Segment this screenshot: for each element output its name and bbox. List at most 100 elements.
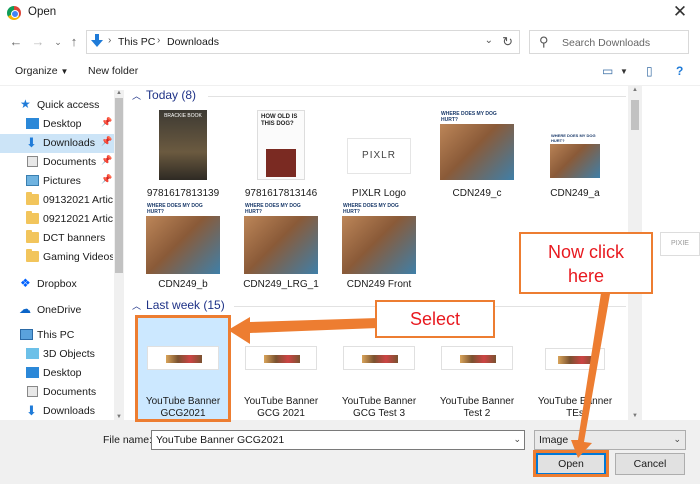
back-arrow-icon[interactable]: ← — [8, 34, 24, 49]
file-name: YouTube Banner GCG Test 3 — [341, 396, 417, 419]
sidebar-item-desktop-pc[interactable]: Desktop — [0, 364, 114, 383]
search-box[interactable]: ⚲ Search Downloads — [529, 30, 689, 54]
sidebar-item-quick-access[interactable]: ★ Quick access — [0, 96, 114, 115]
file-name-dropdown-icon[interactable]: ⌄ — [513, 434, 521, 445]
sidebar-item-this-pc[interactable]: This PC — [0, 326, 114, 345]
sidebar-item-label: 3D Objects — [43, 348, 95, 360]
cloud-icon: ☁ — [19, 302, 31, 316]
file-thumbnail — [245, 346, 317, 370]
file-thumbnail: WHERE DOES MY DOG HURT? — [342, 202, 416, 274]
scroll-up-icon[interactable]: ▲ — [114, 90, 124, 96]
sidebar-item-dropbox[interactable]: ❖ Dropbox — [0, 275, 114, 294]
pin-icon: 📌 — [101, 136, 113, 146]
preview-pane-icon[interactable]: ▯ — [646, 64, 653, 78]
pictures-icon — [26, 175, 39, 186]
file-thumbnail — [343, 346, 415, 370]
address-dropdown-icon[interactable]: ⌄ — [485, 35, 493, 46]
collapse-chevron-icon: ︿ — [132, 91, 142, 101]
sidebar-item-downloads-pc[interactable]: ⬇ Downloads — [0, 402, 114, 421]
file-name: YouTube Banner GCG 2021 — [243, 396, 319, 419]
sidebar-item-label: Pictures — [43, 175, 81, 187]
up-arrow-icon[interactable]: ↑ — [66, 34, 82, 49]
sidebar-item-label: Dropbox — [37, 278, 77, 290]
group-header-today[interactable]: ︿ Today (8) — [132, 88, 626, 102]
refresh-icon[interactable]: ↻ — [502, 34, 513, 50]
scrollbar-thumb[interactable] — [631, 100, 639, 130]
scroll-up-icon[interactable]: ▲ — [628, 87, 642, 93]
file-thumbnail — [441, 346, 513, 370]
file-thumbnail — [545, 348, 605, 370]
now-click-here-annotation: Now click here — [519, 232, 653, 294]
scroll-down-icon[interactable]: ▼ — [628, 413, 642, 419]
file-name-label: File name: — [103, 434, 153, 446]
pin-icon: 📌 — [101, 174, 113, 184]
file-tile[interactable]: PIXLR PIXLR Logo — [332, 104, 426, 204]
folder-icon — [26, 230, 39, 243]
banner-image — [362, 355, 398, 363]
group-divider — [208, 96, 626, 97]
breadcrumb-downloads[interactable]: Downloads — [167, 36, 219, 48]
file-tile[interactable]: WHERE DOES MY DOG HURT? CDN249_a — [528, 104, 622, 204]
sidebar-item-label: Desktop — [43, 118, 82, 130]
view-dropdown-icon[interactable]: ▼ — [620, 67, 628, 76]
file-thumbnail: BRACKIE BOOK — [159, 110, 207, 180]
file-name: 9781617813139 — [146, 188, 220, 199]
select-annotation: Select — [375, 300, 495, 338]
file-tile[interactable]: YouTube Banner TEs — [528, 318, 622, 419]
sidebar-item-09212021-article[interactable]: 09212021 Article — [0, 210, 114, 229]
group-title: Today (8) — [146, 88, 197, 102]
sidebar-item-dct-banners[interactable]: DCT banners — [0, 229, 114, 248]
view-options-icon[interactable]: ▭ — [602, 64, 613, 78]
file-name: CDN249_c — [452, 188, 502, 199]
sidebar-item-gaming-videos[interactable]: Gaming Videos - — [0, 248, 114, 267]
dropbox-icon: ❖ — [20, 276, 31, 290]
close-icon[interactable]: ✕ — [670, 2, 690, 22]
pin-icon: 📌 — [101, 155, 113, 165]
file-name: CDN249_b — [158, 279, 208, 290]
group-title: Last week (15) — [146, 298, 225, 312]
file-tile[interactable]: WHERE DOES MY DOG HURT? CDN249 Front — [332, 202, 426, 302]
pin-icon: 📌 — [101, 117, 113, 127]
sidebar-item-label: DCT banners — [43, 232, 106, 244]
file-tile[interactable]: WHERE DOES MY DOG HURT? CDN249_c — [430, 104, 524, 204]
help-icon[interactable]: ? — [676, 64, 683, 78]
file-tile[interactable]: HOW OLD IS THIS DOG? 9781617813146 — [234, 104, 328, 204]
thumbnail-text: BRACKIE BOOK — [164, 113, 202, 119]
banner-image — [460, 355, 496, 363]
address-bar[interactable]: › This PC › Downloads ⌄ ↻ — [86, 30, 520, 54]
sidebar-item-documents[interactable]: Documents 📌 — [0, 153, 114, 172]
file-type-select[interactable]: Image ⌄ — [534, 430, 686, 450]
forward-arrow-icon[interactable]: → — [30, 34, 46, 49]
file-thumbnail: WHERE DOES MY DOG HURT? — [440, 110, 514, 180]
sidebar-item-pictures[interactable]: Pictures 📌 — [0, 172, 114, 191]
sidebar-item-3d-objects[interactable]: 3D Objects — [0, 345, 114, 364]
breadcrumb-this-pc[interactable]: This PC — [118, 36, 155, 48]
desktop-icon — [26, 118, 39, 129]
sidebar-item-desktop[interactable]: Desktop 📌 — [0, 115, 114, 134]
sidebar-item-onedrive[interactable]: ☁ OneDrive — [0, 301, 114, 320]
new-folder-button[interactable]: New folder — [88, 65, 138, 77]
cancel-button[interactable]: Cancel — [615, 453, 685, 475]
organize-button[interactable]: Organize ▼ — [15, 65, 68, 77]
file-thumbnail: WHERE DOES MY DOG HURT? — [550, 132, 600, 178]
preview-thumbnail: PIXIE — [660, 232, 700, 256]
sidebar-item-downloads[interactable]: ⬇ Downloads 📌 — [0, 134, 114, 153]
folder-icon — [26, 249, 39, 262]
sidebar-scrollbar[interactable]: ▲ ▼ — [114, 90, 124, 420]
star-icon: ★ — [20, 97, 31, 111]
sidebar-item-label: Gaming Videos - — [43, 251, 113, 263]
file-tile[interactable]: BRACKIE BOOK 9781617813139 — [136, 104, 230, 204]
file-tile[interactable]: WHERE DOES MY DOG HURT? CDN249_LRG_1 — [234, 202, 328, 302]
selection-highlight-box — [135, 315, 231, 422]
sidebar-item-label: Documents — [43, 386, 97, 398]
file-tile[interactable]: WHERE DOES MY DOG HURT? CDN249_b — [136, 202, 230, 302]
book-image — [266, 149, 296, 177]
scrollbar-thumb[interactable] — [115, 98, 123, 273]
file-tile[interactable]: YouTube Banner GCG 2021 — [234, 318, 328, 419]
sidebar-item-documents-pc[interactable]: Documents — [0, 383, 114, 402]
file-name-input[interactable]: YouTube Banner GCG2021 ⌄ — [151, 430, 525, 450]
sidebar-item-09132021-article[interactable]: 09132021 Article — [0, 191, 114, 210]
sidebar-item-label: Downloads — [43, 405, 95, 417]
file-name: 9781617813146 — [244, 188, 318, 199]
recent-locations-chevron-icon[interactable]: ⌄ — [50, 37, 66, 48]
